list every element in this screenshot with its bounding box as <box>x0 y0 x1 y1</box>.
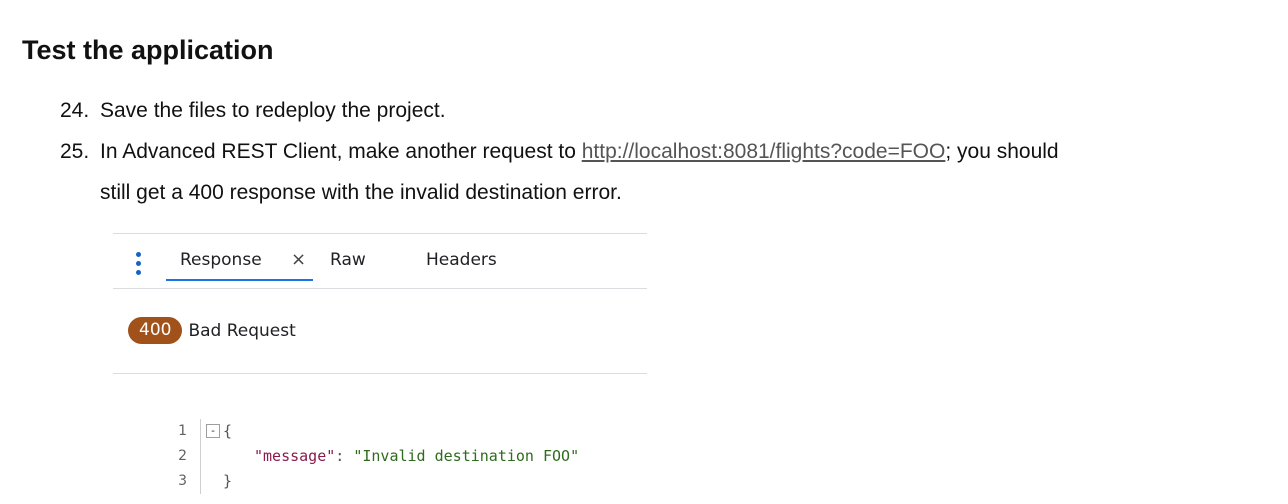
step-text: In Advanced REST Client, make another re… <box>100 131 1260 213</box>
status-badge: 400 <box>128 317 183 344</box>
close-brace: } <box>223 472 233 490</box>
localhost-flights-link[interactable]: http://localhost:8081/flights?code=FOO <box>582 140 946 163</box>
json-colon: : <box>335 447 354 465</box>
response-panel: Response × Raw Headers 400 Bad Request 1… <box>113 233 647 504</box>
response-status: 400 Bad Request <box>128 317 296 344</box>
code-line: 3 } <box>113 469 647 494</box>
response-tab-bar: Response × Raw Headers <box>113 234 647 288</box>
collapse-icon[interactable]: - <box>206 424 220 438</box>
step-text-after-link: ; you should <box>945 140 1059 163</box>
active-tab-indicator <box>166 279 313 281</box>
close-icon[interactable]: × <box>291 249 306 271</box>
tab-headers[interactable]: Headers <box>426 249 497 271</box>
code-line: 1 - { <box>113 419 647 444</box>
json-entry: "message": "Invalid destination FOO" <box>254 444 579 469</box>
step-number: 24. <box>60 99 90 122</box>
section-heading: Test the application <box>22 35 274 65</box>
step-text-continuation: still get a 400 response with the invali… <box>100 181 622 204</box>
tab-response[interactable]: Response <box>180 249 262 271</box>
step-text: Save the files to redeploy the project. <box>100 99 446 122</box>
list-item: 25. In Advanced REST Client, make anothe… <box>60 131 1260 213</box>
tab-raw[interactable]: Raw <box>330 249 366 271</box>
json-value: "Invalid destination FOO" <box>353 447 580 465</box>
open-brace: { <box>223 422 233 440</box>
kebab-vertical-icon[interactable] <box>135 252 143 278</box>
line-number: 2 <box>178 448 187 464</box>
divider <box>113 373 647 374</box>
steps-list: 24. Save the files to redeploy the proje… <box>60 90 1260 213</box>
status-text: Bad Request <box>188 320 296 341</box>
divider <box>113 288 647 289</box>
step-number: 25. <box>60 140 90 163</box>
json-key: "message" <box>254 447 336 465</box>
code-line: 2 "message": "Invalid destination FOO" <box>113 444 647 469</box>
json-code-view: 1 - { 2 "message": "Invalid destination … <box>113 419 647 494</box>
step-text-before-link: In Advanced REST Client, make another re… <box>100 140 582 163</box>
line-number: 1 <box>178 423 187 439</box>
line-number: 3 <box>178 473 187 489</box>
list-item: 24. Save the files to redeploy the proje… <box>60 90 1260 131</box>
